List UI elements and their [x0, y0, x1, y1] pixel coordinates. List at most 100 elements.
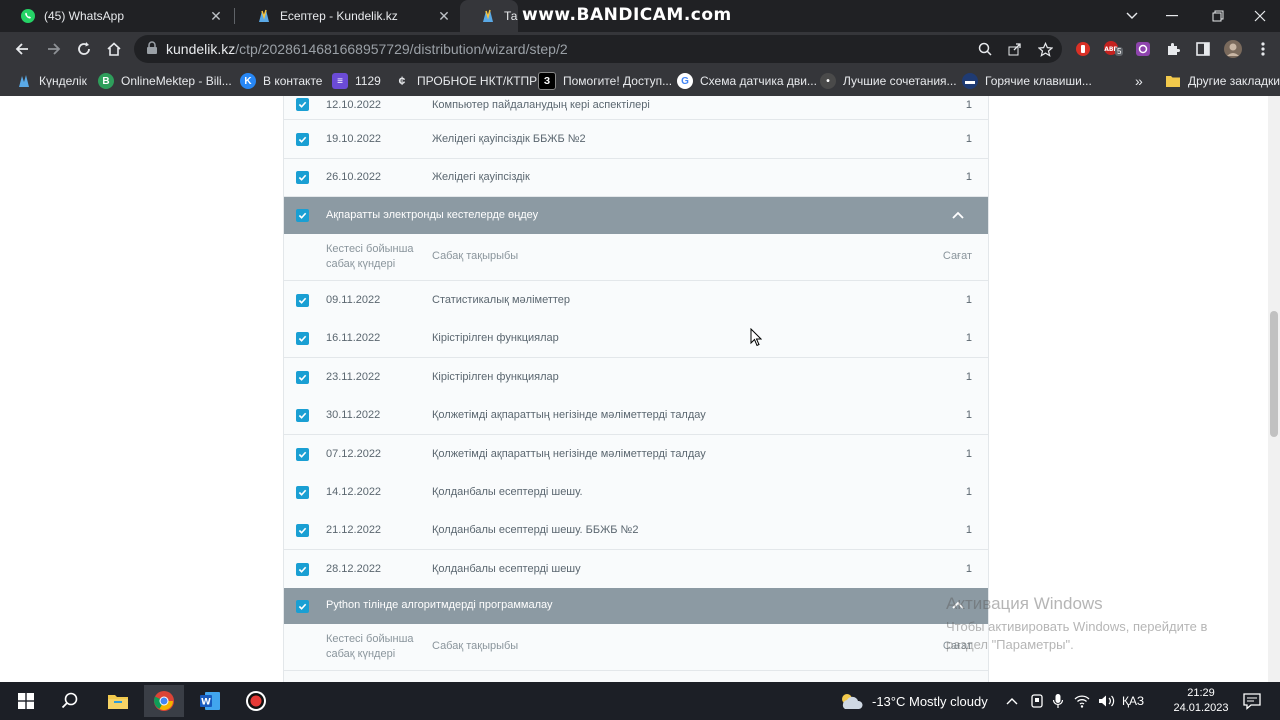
back-icon[interactable] [8, 35, 36, 63]
kundelik-icon [480, 8, 496, 24]
extension-abp-icon[interactable]: ABP 5 [1102, 38, 1124, 60]
mouse-cursor-icon [750, 327, 763, 352]
row-checkbox[interactable] [296, 171, 309, 184]
bandicam-record-icon[interactable] [236, 685, 276, 717]
bookmark-other[interactable]: Другие закладки [1165, 72, 1280, 90]
address-bar[interactable]: kundelik.kz/ctp/2028614681668957729/dist… [134, 35, 1062, 63]
url-text[interactable]: kundelik.kz/ctp/2028614681668957729/dist… [166, 41, 568, 57]
volume-icon[interactable] [1098, 682, 1116, 720]
google-icon: G [677, 73, 693, 89]
zoom-icon[interactable] [976, 40, 994, 58]
row-checkbox[interactable] [296, 294, 309, 307]
table-row[interactable]: 16.11.2022 Кірістірілген функциялар 1 [284, 319, 988, 358]
reload-icon[interactable] [70, 35, 98, 63]
avatar[interactable] [1222, 38, 1244, 60]
kundelik-icon [256, 8, 272, 24]
lesson-date: 16.11.2022 [326, 332, 381, 344]
bookmark-pomogite[interactable]: З Помогите! Доступ... [538, 72, 672, 90]
lesson-date: 23.11.2022 [326, 371, 381, 383]
activation-title: Активация Windows [946, 594, 1103, 613]
extension-purple-icon[interactable] [1132, 38, 1154, 60]
bookmarks-overflow-icon[interactable]: » [1135, 72, 1143, 90]
bookmark-skhema[interactable]: G Схема датчика дви... [677, 72, 817, 90]
bookmark-sochetaniya[interactable]: • Лучшие сочетания... [820, 72, 957, 90]
row-checkbox[interactable] [296, 332, 309, 345]
section-title: Python тілінде алгоритмдерді программала… [326, 599, 553, 611]
chevron-up-icon[interactable] [950, 208, 966, 224]
table-row[interactable]: 23.11.2022 Кірістірілген функциялар 1 [284, 358, 988, 397]
extension-badge: 5 [1115, 47, 1124, 56]
table-row[interactable]: 21.12.2022 Қолданбалы есептерді шешу. ББЖ… [284, 511, 988, 550]
sidepanel-icon[interactable] [1192, 38, 1214, 60]
section-header[interactable]: Ақпаратты электронды кестелерде өңдеу [284, 197, 988, 234]
row-checkbox[interactable] [296, 448, 309, 461]
tab-search-icon[interactable] [1112, 0, 1152, 32]
share-icon[interactable] [1006, 40, 1024, 58]
input-language[interactable]: ҚАЗ [1122, 682, 1144, 720]
microphone-icon[interactable] [1052, 682, 1064, 720]
tab-active[interactable]: Тақыр [460, 0, 518, 32]
bookmark-vkontakte[interactable]: K В контакте [240, 72, 322, 90]
start-icon[interactable] [6, 685, 46, 717]
restore-icon[interactable] [1198, 0, 1238, 32]
puzzle-icon[interactable] [1162, 38, 1184, 60]
bookmark-hotkeys[interactable]: ▬ Горячие клавиши... [962, 72, 1092, 90]
menu-icon[interactable] [1252, 38, 1274, 60]
tray-chevron-icon[interactable] [1006, 682, 1018, 720]
system-clock[interactable]: 21:29 24.01.2023 [1160, 686, 1242, 716]
lesson-hours: 1 [965, 99, 972, 111]
row-checkbox[interactable] [296, 563, 309, 576]
extension-shield-icon[interactable] [1072, 38, 1094, 60]
lesson-hours: 1 [965, 294, 972, 306]
browser-toolbar: kundelik.kz/ctp/2028614681668957729/dist… [0, 32, 1280, 66]
row-checkbox[interactable] [296, 98, 309, 111]
kundelik-icon [16, 73, 32, 89]
row-checkbox[interactable] [296, 409, 309, 422]
weather-widget[interactable]: -13°C Mostly cloudy [838, 682, 988, 720]
close-window-icon[interactable] [1240, 0, 1280, 32]
file-explorer-icon[interactable] [98, 685, 138, 717]
whatsapp-icon [20, 8, 36, 24]
table-row[interactable]: 30.11.2022 Қолжетімді ақпараттың негізінд… [284, 396, 988, 435]
word-icon[interactable]: W [190, 685, 230, 717]
home-icon[interactable] [100, 35, 128, 63]
page-scrollbar[interactable] [1268, 96, 1280, 682]
search-icon[interactable] [50, 685, 90, 717]
bookmark-kundelik[interactable]: Күнделік [16, 72, 87, 90]
lesson-topic: Желідегі қауіпсіздік ББЖБ №2 [432, 133, 586, 145]
windows-activation-watermark: Активация Windows Чтобы активировать Win… [946, 594, 1246, 654]
meet-now-icon[interactable] [1030, 682, 1044, 720]
close-icon[interactable]: ✕ [208, 8, 224, 25]
wifi-icon[interactable] [1074, 682, 1090, 720]
tab-whatsapp[interactable]: (45) WhatsApp ✕ [0, 0, 232, 32]
notifications-icon[interactable] [1242, 682, 1262, 720]
table-row[interactable]: 28.12.2022 Қолданбалы есептерді шешу 1 [284, 550, 988, 589]
table-row[interactable]: 14.12.2022 Қолданбалы есептерді шешу. 1 [284, 473, 988, 512]
row-checkbox[interactable] [296, 524, 309, 537]
row-checkbox[interactable] [296, 371, 309, 384]
chrome-icon[interactable] [144, 685, 184, 717]
tab-title: Есептер - Kundelik.kz [280, 9, 398, 23]
table-row[interactable]: 09.11.2022 Статистикалық мәліметтер 1 [284, 281, 988, 320]
row-checkbox[interactable] [296, 486, 309, 499]
column-header-hours: Сағат [942, 250, 972, 262]
minimize-icon[interactable] [1152, 0, 1192, 32]
scrollbar-thumb[interactable] [1270, 311, 1278, 437]
table-row[interactable]: 26.10.2022 Желідегі қауіпсіздік 1 [284, 159, 988, 197]
close-icon[interactable]: ✕ [436, 8, 452, 25]
bookmark-1129[interactable]: ≡ 1129 [332, 72, 381, 90]
bookmark-onlinemektep[interactable]: B OnlineMektep - Bili... [98, 72, 232, 90]
section-checkbox[interactable] [296, 209, 309, 222]
section-checkbox[interactable] [296, 600, 309, 613]
folder-icon [1165, 73, 1181, 89]
forward-icon[interactable] [40, 35, 68, 63]
star-icon[interactable] [1036, 40, 1054, 58]
tab-esepter[interactable]: Есептер - Kundelik.kz ✕ [236, 0, 460, 32]
table-row[interactable]: 12.10.2022 Компьютер пайдаланудың кері а… [284, 96, 988, 120]
table-row[interactable]: 07.12.2022 Қолжетімді ақпараттың негізінд… [284, 435, 988, 474]
bookmark-nkt[interactable]: ¢ ПРОБНОЕ НКТ/КТПР [394, 72, 537, 90]
row-checkbox[interactable] [296, 133, 309, 146]
lock-icon[interactable] [146, 41, 158, 60]
section-header[interactable]: Python тілінде алгоритмдерді программала… [284, 588, 988, 624]
table-row[interactable]: 19.10.2022 Желідегі қауіпсіздік ББЖБ №2 … [284, 120, 988, 159]
